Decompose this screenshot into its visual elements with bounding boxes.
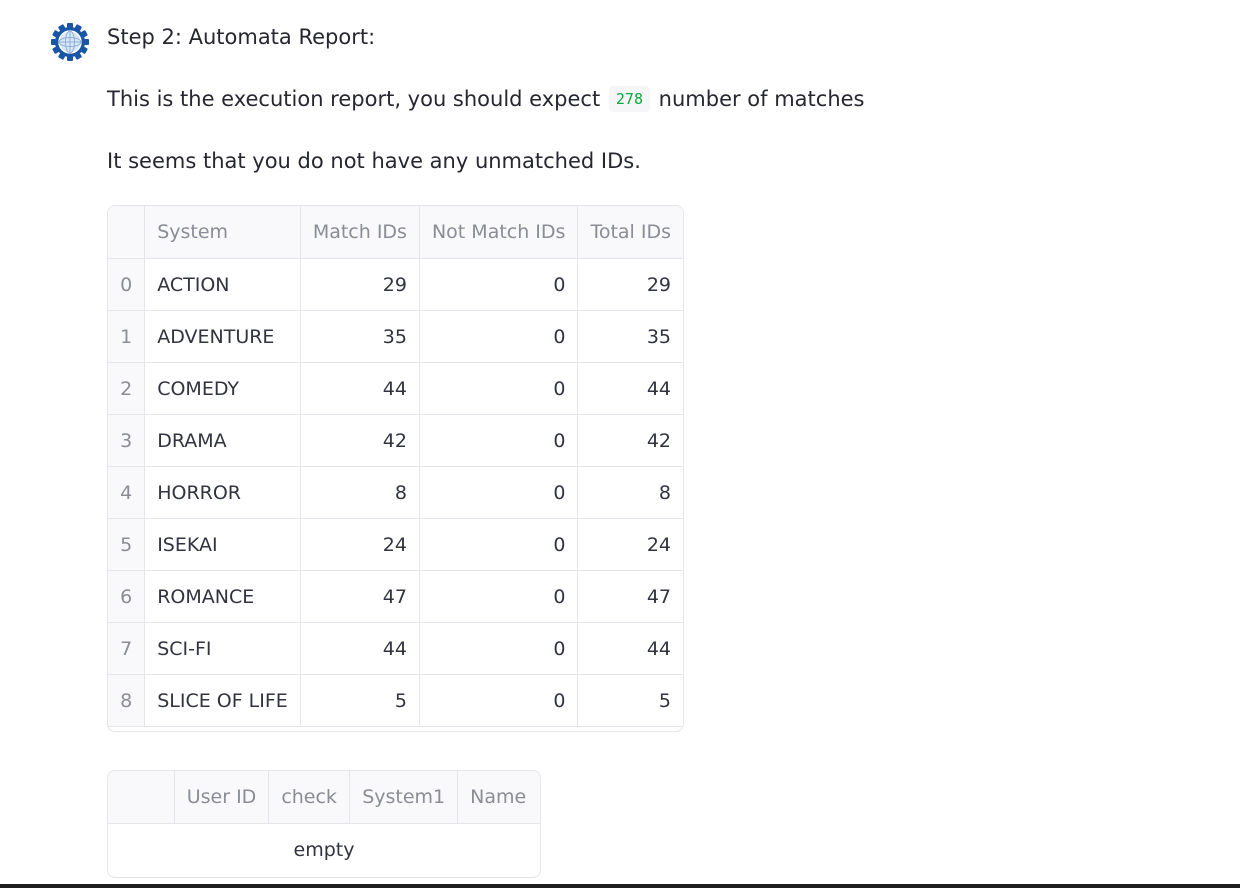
total-ids-cell[interactable]: 42 xyxy=(577,414,683,467)
match-ids-cell[interactable]: 8 xyxy=(300,466,420,519)
match-ids-cell[interactable]: 44 xyxy=(300,622,420,675)
match-ids-cell[interactable]: 47 xyxy=(300,570,420,623)
expected-matches-code: 278 xyxy=(608,86,650,112)
unmatched-dataframe[interactable]: User ID check System1 Name empty xyxy=(107,770,541,878)
row-index-cell[interactable]: 2 xyxy=(108,362,146,415)
not-match-ids-cell[interactable]: 0 xyxy=(419,414,579,467)
system-cell[interactable]: ADVENTURE xyxy=(144,310,301,363)
system-cell[interactable]: ROMANCE xyxy=(144,570,301,623)
report-suffix: number of matches xyxy=(658,87,865,111)
match-ids-cell[interactable]: 24 xyxy=(300,518,420,571)
column-header-name[interactable]: Name xyxy=(457,771,540,824)
column-header-total-ids[interactable]: Total IDs xyxy=(577,206,683,259)
total-ids-cell[interactable]: 44 xyxy=(577,362,683,415)
table-row: 4 HORROR 8 0 8 xyxy=(108,466,683,519)
system-cell[interactable]: DRAMA xyxy=(144,414,301,467)
system-cell[interactable]: HORROR xyxy=(144,466,301,519)
total-ids-cell[interactable]: 47 xyxy=(577,570,683,623)
row-index-cell[interactable]: 5 xyxy=(108,518,146,571)
row-index-cell[interactable]: 7 xyxy=(108,622,146,675)
not-match-ids-cell[interactable]: 0 xyxy=(419,310,579,363)
column-header-system1[interactable]: System1 xyxy=(349,771,459,824)
chat-page: Step 2: Automata Report: This is the exe… xyxy=(0,0,1240,888)
empty-row: empty xyxy=(108,824,540,876)
system-cell[interactable]: ISEKAI xyxy=(144,518,301,571)
report-table: System Match IDs Not Match IDs Total IDs… xyxy=(108,206,683,727)
match-ids-cell[interactable]: 29 xyxy=(300,258,420,311)
assistant-avatar xyxy=(50,19,90,65)
match-ids-cell[interactable]: 42 xyxy=(300,414,420,467)
table-row: 3 DRAMA 42 0 42 xyxy=(108,414,683,467)
total-ids-cell[interactable]: 5 xyxy=(577,674,683,727)
total-ids-cell[interactable]: 44 xyxy=(577,622,683,675)
row-index-cell[interactable]: 4 xyxy=(108,466,146,519)
system-cell[interactable]: ACTION xyxy=(144,258,301,311)
match-ids-cell[interactable]: 5 xyxy=(300,674,420,727)
column-header-check[interactable]: check xyxy=(268,771,351,824)
table-row: 7 SCI-FI 44 0 44 xyxy=(108,622,683,675)
column-header-system[interactable]: System xyxy=(144,206,301,259)
table-row: 0 ACTION 29 0 29 xyxy=(108,258,683,311)
table-header-row: System Match IDs Not Match IDs Total IDs xyxy=(108,206,683,259)
column-header-match-ids[interactable]: Match IDs xyxy=(300,206,420,259)
report-dataframe[interactable]: System Match IDs Not Match IDs Total IDs… xyxy=(107,205,684,732)
assistant-message: Step 2: Automata Report: This is the exe… xyxy=(107,22,1207,176)
table-row: 2 COMEDY 44 0 44 xyxy=(108,362,683,415)
not-match-ids-cell[interactable]: 0 xyxy=(419,466,579,519)
report-prefix: This is the execution report, you should… xyxy=(107,87,601,111)
not-match-ids-cell[interactable]: 0 xyxy=(419,622,579,675)
report-summary: This is the execution report, you should… xyxy=(107,84,1207,114)
unmatched-table: User ID check System1 Name empty xyxy=(108,771,540,875)
total-ids-cell[interactable]: 35 xyxy=(577,310,683,363)
row-index-cell[interactable]: 1 xyxy=(108,310,146,363)
match-ids-cell[interactable]: 44 xyxy=(300,362,420,415)
total-ids-cell[interactable]: 24 xyxy=(577,518,683,571)
empty-placeholder: empty xyxy=(293,838,355,861)
not-match-ids-cell[interactable]: 0 xyxy=(419,518,579,571)
row-index-cell[interactable]: 6 xyxy=(108,570,146,623)
column-header-index xyxy=(108,771,175,824)
system-cell[interactable]: SCI-FI xyxy=(144,622,301,675)
unmatched-note: It seems that you do not have any unmatc… xyxy=(107,149,641,173)
table-row: 1 ADVENTURE 35 0 35 xyxy=(108,310,683,363)
gear-globe-icon xyxy=(51,23,89,61)
row-index-cell[interactable]: 0 xyxy=(108,258,146,311)
row-index-cell[interactable]: 3 xyxy=(108,414,146,467)
message-heading: Step 2: Automata Report: xyxy=(107,25,376,49)
column-header-user-id[interactable]: User ID xyxy=(174,771,270,824)
table-row: 5 ISEKAI 24 0 24 xyxy=(108,518,683,571)
total-ids-cell[interactable]: 29 xyxy=(577,258,683,311)
bottom-border xyxy=(0,884,1240,888)
not-match-ids-cell[interactable]: 0 xyxy=(419,570,579,623)
total-ids-cell[interactable]: 8 xyxy=(577,466,683,519)
not-match-ids-cell[interactable]: 0 xyxy=(419,258,579,311)
match-ids-cell[interactable]: 35 xyxy=(300,310,420,363)
not-match-ids-cell[interactable]: 0 xyxy=(419,674,579,727)
system-cell[interactable]: COMEDY xyxy=(144,362,301,415)
system-cell[interactable]: SLICE OF LIFE xyxy=(144,674,301,727)
column-header-not-match-ids[interactable]: Not Match IDs xyxy=(419,206,579,259)
not-match-ids-cell[interactable]: 0 xyxy=(419,362,579,415)
row-index-cell[interactable]: 8 xyxy=(108,674,146,727)
table-header-row: User ID check System1 Name xyxy=(108,771,540,824)
column-header-index xyxy=(108,206,146,259)
table-row: 8 SLICE OF LIFE 5 0 5 xyxy=(108,674,683,727)
table-row: 6 ROMANCE 47 0 47 xyxy=(108,570,683,623)
